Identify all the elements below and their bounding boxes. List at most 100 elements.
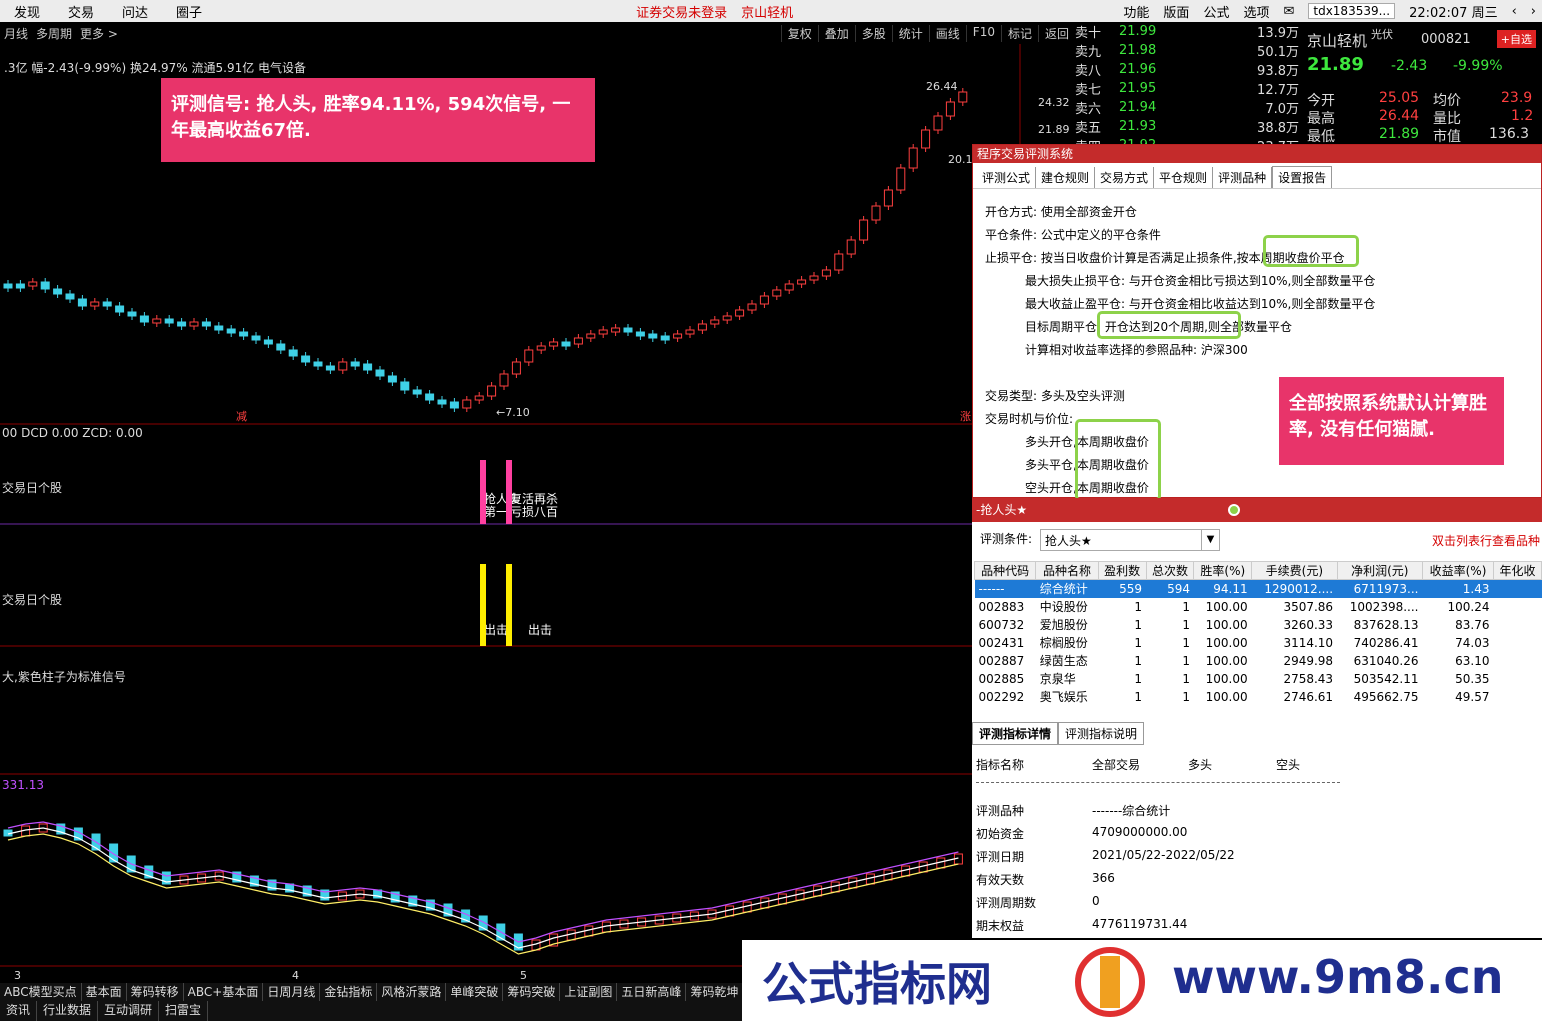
menu-options[interactable]: 选项 [1243,2,1269,21]
toolbar-adjust[interactable]: 复权 [780,24,818,42]
period-monthly[interactable]: 月线 [0,25,32,42]
table-cell: 1 [1182,653,1190,668]
toolbar-return[interactable]: 返回 [1037,24,1075,42]
indicator-tab[interactable]: 风格沂蒙路 [377,983,447,1001]
candle [28,281,38,287]
detail-key: 评测品种 [976,804,1025,818]
table-cell: 1002398.... [1349,599,1419,614]
tab-eval-formula[interactable]: 评测公式 [977,167,1037,188]
indicator-tab[interactable]: 基本面 [82,983,127,1001]
more-menu[interactable]: 更多 > [76,25,122,42]
indicator-tab[interactable]: 筹码转移 [127,983,184,1001]
info-tab[interactable]: 资讯 [0,1001,38,1021]
toolbar-mark[interactable]: 标记 [1000,24,1038,42]
chart-info-line: .3亿 幅-2.43(-9.99%) 换24.97% 流通5.91亿 电气设备 [4,60,306,75]
table-row[interactable]: 002887 绿茵生态 1 1 100.00 2949.98 631040.26 63.10 [975,652,1542,670]
column-header[interactable]: 净利润(元) [1336,561,1423,580]
table-cell: 6711973... [1337,579,1423,598]
indicator-tab[interactable]: 筹码突破 [503,983,561,1001]
column-header[interactable]: 收益率(%) [1421,561,1495,580]
menu-discover[interactable]: 发现 [0,2,54,21]
candle [127,311,137,317]
info-tab[interactable]: 互动调研 [98,1001,160,1021]
table-row[interactable]: 002883 中设股份 1 1 100.00 3507.86 1002398.... 100.… [975,598,1542,616]
chevron-down-icon[interactable]: ▼ [1201,530,1219,550]
indicator-tab[interactable]: 日周月线 [263,983,321,1001]
candle [325,365,335,371]
menu-layout[interactable]: 版面 [1163,2,1189,21]
table-cell: 1 [1134,689,1143,704]
table-cell: 631040.26 [1353,653,1419,668]
divider [976,782,1340,783]
menu-function[interactable]: 功能 [1123,2,1149,21]
column-header[interactable]: 品种名称 [1035,561,1099,580]
candle [462,399,472,409]
toolbar-stats[interactable]: 统计 [891,24,929,42]
table-row[interactable]: 002885 京泉华 1 1 100.00 2758.43 503542.11 50.35 [975,670,1542,688]
table-row[interactable]: ------ 综合统计 559 594 94.11 1290012.... 6711973.… [974,579,1542,598]
indicator-tab[interactable]: ABC模型买点 [0,983,82,1001]
tab-eval-symbols[interactable]: 评测品种 [1213,167,1273,188]
add-watchlist-button[interactable]: +自选 [1496,30,1536,48]
info-tab[interactable]: 行业数据 [37,1001,99,1021]
forward-icon[interactable]: › [1531,4,1536,19]
toolbar-f10[interactable]: F10 [965,24,1001,42]
table-row[interactable]: 002292 奥飞娱乐 1 1 100.00 2746.61 495662.75 49.57 [975,688,1542,706]
column-header[interactable]: 总次数 [1145,561,1195,580]
kline-chart[interactable]: .3亿 幅-2.43(-9.99%) 换24.97% 流通5.91亿 电气设备 … [0,44,1075,981]
indicator-tab[interactable]: 金钻指标 [320,983,378,1001]
table-cell: 100.00 [1205,653,1248,668]
date-tick-3: 5 [520,969,527,981]
kv-label: 均价 [1433,93,1461,109]
candle [759,295,769,305]
column-header[interactable]: 盈利数 [1097,561,1147,580]
table-cell: 1.43 [1422,579,1494,598]
tab-metric-detail[interactable]: 评测指标详情 [972,722,1059,745]
menu-circle[interactable]: 圈子 [162,2,216,21]
toolbar-overlay[interactable]: 叠加 [817,24,855,42]
table-cell [1494,634,1542,652]
indicator-tab[interactable]: 上证副图 [560,983,618,1001]
candle [288,349,298,357]
column-header[interactable]: 品种代码 [973,561,1037,580]
tab-report[interactable]: 设置报告 [1272,166,1333,188]
candle [239,331,249,337]
period-multi[interactable]: 多周期 [32,25,76,42]
candle [536,345,546,351]
user-account[interactable]: tdx183539... [1308,3,1396,19]
menu-trade[interactable]: 交易 [54,2,108,21]
info-tab-bar: 资讯 行业数据 互动调研 扫雷宝 [0,1001,760,1021]
condition-select[interactable]: 抢人头★ ▼ [1040,529,1220,551]
table-row[interactable]: 600732 爱旭股份 1 1 100.00 3260.33 837628.13 83.76 [975,616,1542,634]
indicator-tab[interactable]: 筹码乾坤 [686,983,744,1001]
tab-metric-desc[interactable]: 评测指标说明 [1058,722,1145,745]
toolbar-multi-stock[interactable]: 多股 [854,24,892,42]
table-cell: 100.24 [1447,599,1490,614]
candle [40,281,50,290]
kv-label: 量比 [1433,111,1461,127]
tab-trade-mode[interactable]: 交易方式 [1095,167,1155,188]
table-row[interactable]: 002431 棕榈股份 1 1 100.00 3114.10 740286.41 74.03 [975,634,1542,652]
eval-title: 程序交易评测系统 [973,145,1541,163]
tab-close-rules[interactable]: 平仓规则 [1154,167,1214,188]
login-notice[interactable]: 证券交易未登录 [636,2,727,21]
kv-label: 最低 [1307,129,1335,145]
table-cell: 1290012.... [1251,579,1338,598]
toolbar-draw[interactable]: 画线 [928,24,966,42]
menu-ask[interactable]: 问达 [108,2,162,21]
table-cell: 740286.41 [1353,635,1419,650]
table-cell: 2949.98 [1283,653,1334,668]
indicator-tab[interactable]: 五日新高峰 [617,983,687,1001]
tab-open-rules[interactable]: 建仓规则 [1036,167,1096,188]
column-header[interactable]: 手续费(元) [1251,561,1338,580]
column-header[interactable]: 年化收 [1493,561,1542,580]
mail-icon[interactable]: ✉ [1283,4,1294,19]
back-icon[interactable]: ‹ [1512,4,1517,19]
indicator-tab[interactable]: ABC+基本面 [184,983,264,1001]
column-header[interactable]: 胜率(%) [1193,561,1253,580]
menu-formula[interactable]: 公式 [1203,2,1229,21]
detail-key: 评测日期 [976,850,1025,864]
info-tab[interactable]: 扫雷宝 [159,1001,209,1021]
indicator-tab[interactable]: 单峰突破 [446,983,504,1001]
menu-bar: 发现 交易 问达 圈子 证券交易未登录 京山轻机 功能 版面 公式 选项 ✉ t… [0,0,1542,22]
